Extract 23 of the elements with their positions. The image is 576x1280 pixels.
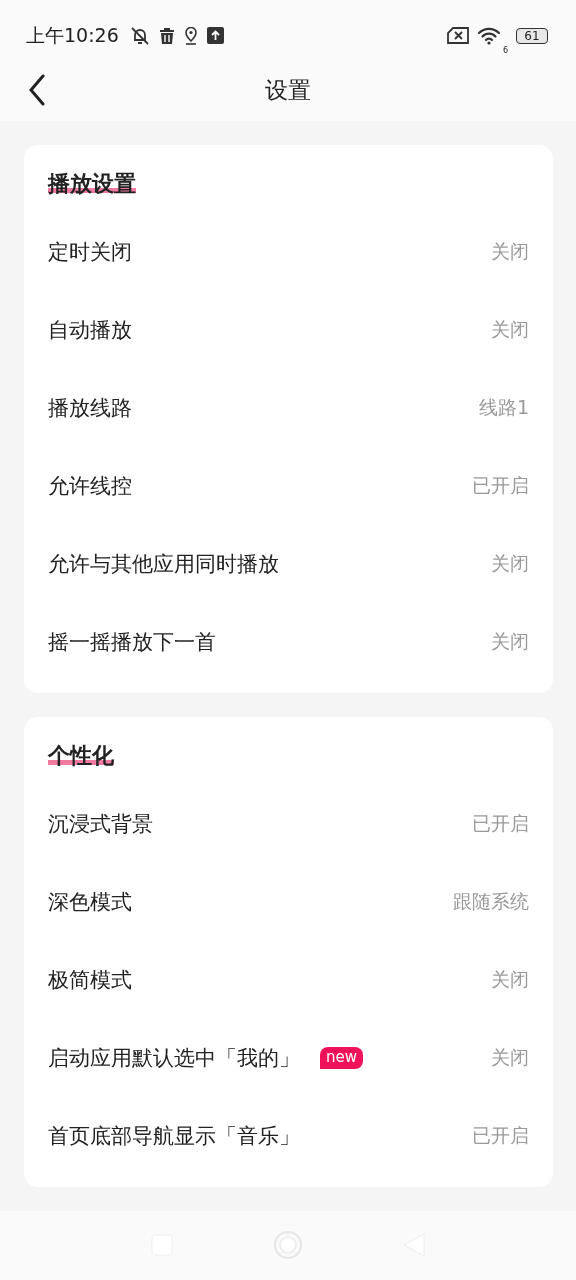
muted-bell-icon	[128, 25, 151, 46]
trash-icon	[158, 26, 175, 45]
home-icon[interactable]	[273, 1230, 303, 1261]
setting-label[interactable]: 极简模式	[48, 965, 132, 994]
battery-indicator: 61	[516, 27, 548, 44]
setting-label[interactable]: 摇一摇播放下一首	[48, 627, 216, 656]
setting-label[interactable]: 允许与其他应用同时播放	[48, 549, 279, 578]
page-title: 设置	[265, 75, 311, 105]
setting-label[interactable]: 首页底部导航显示「音乐」	[48, 1121, 300, 1150]
location-pin-icon	[182, 26, 199, 45]
upload-icon	[206, 27, 224, 45]
setting-label[interactable]: 允许线控	[48, 471, 132, 500]
no-sim-icon	[446, 27, 469, 45]
setting-label[interactable]: 深色模式	[48, 887, 132, 916]
setting-label[interactable]: 自动播放	[48, 315, 132, 344]
status-time: 上午10:26	[26, 22, 119, 48]
wifi-icon	[476, 26, 501, 45]
setting-label[interactable]: 沉浸式背景	[48, 809, 153, 838]
setting-label[interactable]: 播放线路	[48, 393, 132, 422]
setting-label[interactable]: 定时关闭	[48, 237, 132, 266]
setting-label[interactable]: 启动应用默认选中「我的」	[48, 1043, 300, 1072]
wifi-label: 6	[502, 46, 508, 56]
new-badge: new	[320, 1046, 363, 1069]
